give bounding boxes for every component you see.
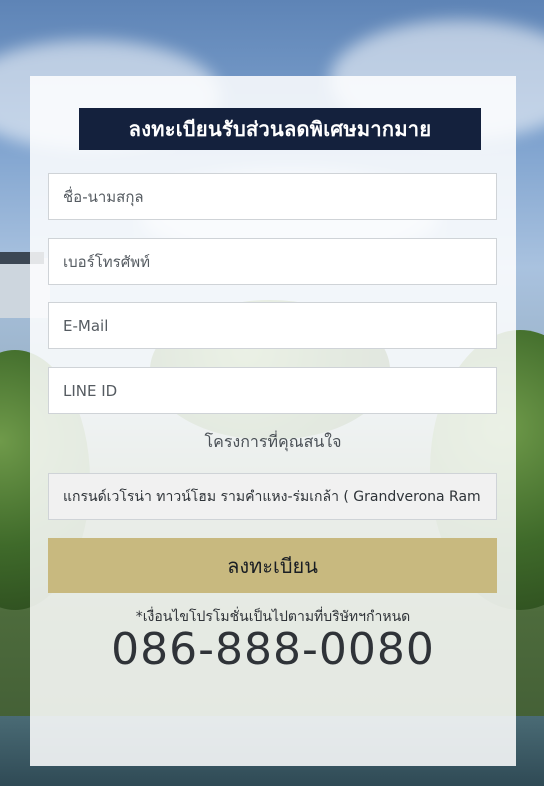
name-placeholder: ชื่อ-นามสกุล bbox=[63, 187, 144, 206]
registration-banner: ลงทะเบียนรับส่วนลดพิเศษมากมาย bbox=[79, 108, 481, 150]
register-button[interactable]: ลงทะเบียน bbox=[48, 538, 497, 593]
phone-placeholder: เบอร์โทรศัพท์ bbox=[63, 252, 151, 271]
line-id-placeholder: LINE ID bbox=[63, 381, 118, 400]
name-field[interactable]: ชื่อ-นามสกุล bbox=[48, 173, 497, 220]
email-placeholder: E-Mail bbox=[63, 316, 109, 335]
phone-field[interactable]: เบอร์โทรศัพท์ bbox=[48, 238, 497, 285]
banner-title: ลงทะเบียนรับส่วนลดพิเศษมากมาย bbox=[128, 117, 432, 141]
line-id-field[interactable]: LINE ID bbox=[48, 367, 497, 414]
project-selected-value: แกรนด์เวโรน่า ทาวน์โฮม รามคำแหง-ร่มเกล้า… bbox=[63, 488, 481, 505]
registration-panel: ลงทะเบียนรับส่วนลดพิเศษมากมาย ชื่อ-นามสก… bbox=[30, 76, 516, 766]
phone-number[interactable]: 086-888-0080 bbox=[30, 624, 516, 675]
register-button-label: ลงทะเบียน bbox=[227, 553, 318, 578]
project-label: โครงการที่คุณสนใจ bbox=[204, 432, 342, 451]
email-field[interactable]: E-Mail bbox=[48, 302, 497, 349]
project-select[interactable]: แกรนด์เวโรน่า ทาวน์โฮม รามคำแหง-ร่มเกล้า… bbox=[48, 473, 497, 520]
